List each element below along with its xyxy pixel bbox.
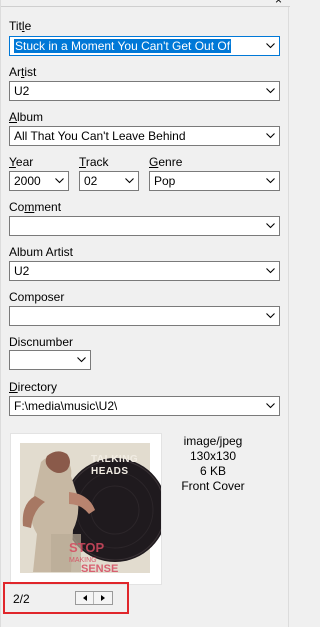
album-combo[interactable]: All That You Can't Leave Behind: [9, 126, 280, 146]
title-value: Stuck in a Moment You Can't Get Out Of: [14, 39, 232, 53]
chevron-down-icon[interactable]: [266, 88, 275, 94]
directory-combo[interactable]: F:\media\music\U2\: [9, 396, 280, 416]
year-label: Year: [9, 155, 34, 169]
chevron-down-icon[interactable]: [266, 313, 275, 319]
cover-mime: image/jpeg: [183, 434, 243, 448]
genre-value: Pop: [154, 174, 176, 188]
comment-combo[interactable]: [9, 216, 280, 236]
cover-text-sense: SENSE: [81, 563, 118, 575]
chevron-down-icon[interactable]: [266, 223, 275, 229]
composer-combo[interactable]: [9, 306, 280, 326]
year-combo[interactable]: 2000: [9, 171, 69, 191]
track-combo[interactable]: 02: [79, 171, 139, 191]
discnumber-label: Discnumber: [9, 335, 74, 349]
directory-value: F:\media\music\U2\: [14, 399, 118, 413]
tag-editor-panel: × Title Stuck in a Moment You Can't Get …: [0, 0, 290, 627]
artist-combo[interactable]: U2: [9, 81, 280, 101]
artist-value: U2: [14, 84, 30, 98]
cover-pager-spinner[interactable]: [75, 591, 113, 605]
album-label: Album: [9, 110, 44, 124]
genre-label: Genre: [149, 155, 183, 169]
cover-dimensions: 130x130: [189, 449, 237, 463]
close-icon[interactable]: ×: [275, 0, 282, 6]
chevron-down-icon[interactable]: [77, 357, 86, 363]
genre-combo[interactable]: Pop: [149, 171, 280, 191]
arrow-right-icon: [101, 595, 105, 601]
artist-label: Artist: [9, 65, 37, 79]
year-value: 2000: [14, 174, 41, 188]
directory-label: Directory: [9, 380, 58, 394]
chevron-down-icon[interactable]: [266, 178, 275, 184]
top-strip: [1, 0, 290, 7]
next-cover-button[interactable]: [94, 592, 112, 604]
title-label: Title: [9, 19, 32, 33]
previous-cover-button[interactable]: [76, 592, 94, 604]
cover-text-talking: TALKING: [91, 454, 138, 465]
cover-text-stop: STOP: [69, 540, 104, 555]
album-artist-combo[interactable]: U2: [9, 261, 280, 281]
title-combo[interactable]: Stuck in a Moment You Can't Get Out Of: [9, 36, 280, 56]
chevron-down-icon[interactable]: [266, 268, 275, 274]
track-label: Track: [79, 155, 109, 169]
chevron-down-icon[interactable]: [266, 403, 275, 409]
album-value: All That You Can't Leave Behind: [14, 129, 186, 143]
cover-art-thumbnail[interactable]: TALKING HEADS STOP MAKING SENSE: [10, 433, 167, 585]
album-artist-label: Album Artist: [9, 245, 74, 259]
album-cover-image: TALKING HEADS STOP MAKING SENSE: [11, 434, 167, 584]
chevron-down-icon[interactable]: [266, 43, 275, 49]
cover-size: 6 KB: [199, 464, 226, 478]
chevron-down-icon[interactable]: [125, 178, 134, 184]
comment-label: Comment: [9, 200, 62, 214]
chevron-down-icon[interactable]: [266, 133, 275, 139]
composer-label: Composer: [9, 290, 65, 304]
cover-pager-count: 2/2: [13, 592, 30, 606]
chevron-down-icon[interactable]: [55, 178, 64, 184]
arrow-left-icon: [83, 595, 87, 601]
cover-text-heads: HEADS: [91, 466, 129, 477]
discnumber-combo[interactable]: [9, 350, 91, 370]
album-artist-value: U2: [14, 264, 30, 278]
cover-type: Front Cover: [181, 479, 245, 493]
track-value: 02: [84, 174, 98, 188]
